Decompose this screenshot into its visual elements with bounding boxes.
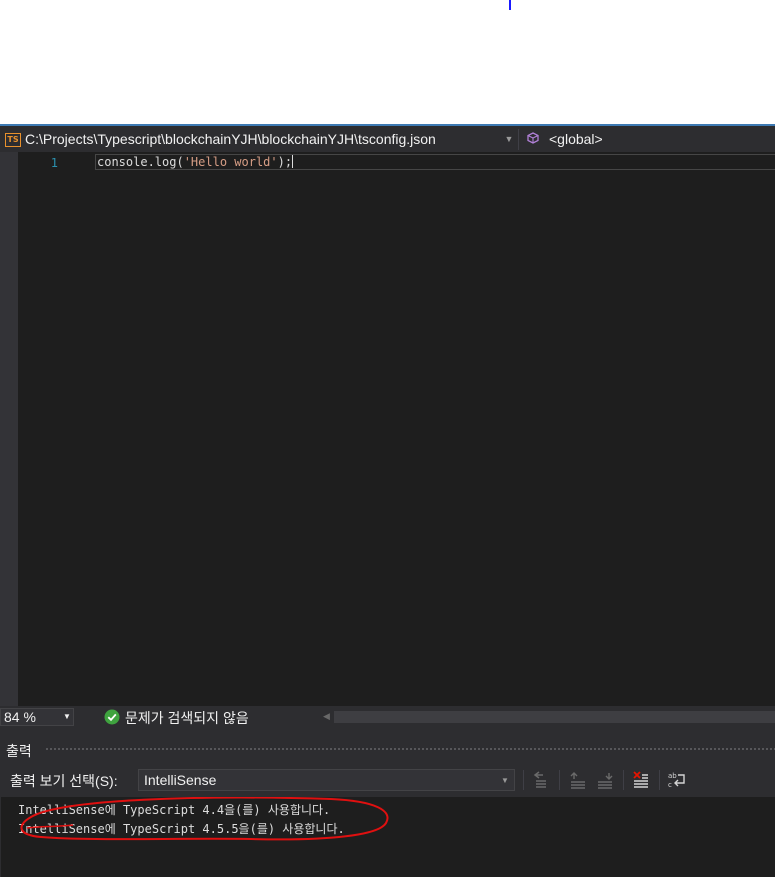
typescript-file-icon: TS [5, 133, 21, 147]
red-annotation-circle [20, 797, 389, 841]
output-panel: 출력 출력 보기 선택(S): IntelliSense ▼ ab c Inte… [0, 736, 775, 877]
output-text-area[interactable]: IntelliSense에 TypeScript 4.4을(를) 사용합니다. … [1, 797, 775, 877]
word-wrap-icon[interactable]: ab c [667, 771, 687, 789]
chevron-down-icon: ▼ [63, 712, 71, 721]
panel-drag-grip[interactable] [45, 747, 775, 752]
text-cursor [292, 155, 294, 168]
panel-splitter[interactable] [0, 728, 775, 736]
editor-status-strip: 84 % ▼ 문제가 검색되지 않음 ◀ [0, 706, 775, 728]
cube-icon [527, 132, 539, 144]
zoom-dropdown[interactable]: 84 % ▼ [0, 708, 74, 726]
check-circle-icon [104, 709, 120, 725]
blank-area-above-editor [0, 0, 775, 124]
zoom-value: 84 % [4, 709, 36, 725]
svg-text:ab: ab [668, 772, 677, 780]
output-source-value: IntelliSense [144, 772, 217, 788]
output-source-label: 출력 보기 선택(S): [10, 773, 118, 789]
output-source-dropdown[interactable]: IntelliSense ▼ [138, 769, 515, 791]
file-path-dropdown[interactable]: C:\Projects\Typescript\blockchainYJH\blo… [25, 131, 436, 147]
output-panel-title: 출력 [6, 743, 32, 759]
horizontal-scrollbar[interactable] [334, 711, 775, 723]
code-token: ); [277, 155, 293, 169]
clear-all-icon[interactable] [631, 771, 651, 789]
code-line[interactable]: console.log('Hello world'); [97, 155, 294, 169]
toolbar-separator [623, 770, 624, 790]
previous-location-icon[interactable] [568, 771, 588, 789]
editor-margin [0, 152, 18, 706]
code-string-token: 'Hello world' [183, 155, 278, 169]
navigation-bar: TS C:\Projects\Typescript\blockchainYJH\… [0, 127, 775, 152]
code-token: console.log( [97, 155, 184, 169]
issues-status[interactable]: 문제가 검색되지 않음 [125, 708, 249, 728]
next-location-icon[interactable] [595, 771, 615, 789]
chevron-down-icon: ▼ [501, 776, 509, 785]
code-editor[interactable]: 1 console.log('Hello world'); [0, 152, 775, 706]
toolbar-separator [523, 770, 524, 790]
go-to-previous-message-icon[interactable] [531, 771, 551, 789]
svg-text:c: c [668, 781, 672, 789]
toolbar-separator [659, 770, 660, 790]
scope-dropdown[interactable]: <global> [549, 131, 603, 147]
line-number: 1 [50, 156, 58, 170]
visual-studio-window: TS C:\Projects\Typescript\blockchainYJH\… [0, 124, 775, 877]
chevron-down-icon[interactable]: ▼ [503, 132, 515, 146]
text-caret-mark [509, 0, 511, 10]
nav-separator [518, 129, 519, 150]
toolbar-separator [559, 770, 560, 790]
window-accent-line [0, 124, 775, 126]
scroll-left-arrow[interactable]: ◀ [323, 711, 330, 722]
